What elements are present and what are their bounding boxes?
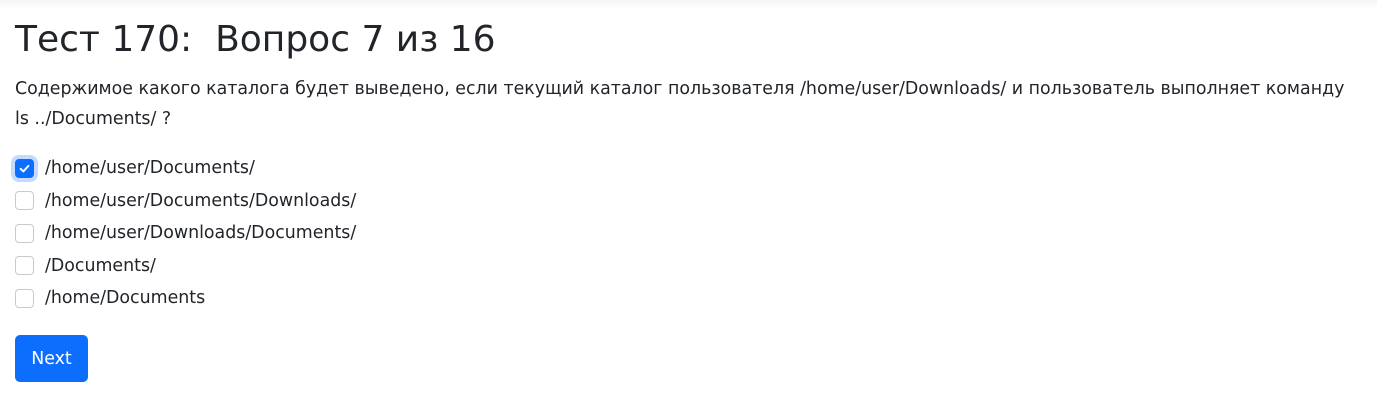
answer-option-2[interactable]: /home/user/Documents/Downloads/ bbox=[15, 185, 356, 218]
page-title: Тест 170: Вопрос 7 из 16 bbox=[15, 19, 496, 60]
answer-checkbox-4[interactable] bbox=[15, 256, 34, 276]
top-shadow-bar bbox=[0, 0, 1377, 8]
answer-label-4: /Documents/ bbox=[45, 255, 156, 276]
answer-option-3[interactable]: /home/user/Downloads/Documents/ bbox=[15, 217, 356, 250]
answer-checkbox-2[interactable] bbox=[15, 191, 34, 211]
answer-checkbox-5[interactable] bbox=[15, 288, 34, 308]
answer-option-4[interactable]: /Documents/ bbox=[15, 250, 356, 283]
check-icon bbox=[19, 164, 30, 173]
answer-label-3: /home/user/Downloads/Documents/ bbox=[45, 223, 357, 244]
next-button[interactable]: Next bbox=[15, 335, 88, 382]
answer-label-2: /home/user/Documents/Downloads/ bbox=[45, 190, 357, 211]
answer-label-5: /home/Documents bbox=[45, 288, 206, 309]
answer-checkbox-1[interactable] bbox=[15, 158, 34, 178]
answer-option-5[interactable]: /home/Documents bbox=[15, 282, 356, 315]
question-text: Содержимое какого каталога будет выведен… bbox=[15, 79, 1345, 129]
answer-options: /home/user/Documents/ /home/user/Documen… bbox=[15, 152, 356, 315]
answer-option-1[interactable]: /home/user/Documents/ bbox=[15, 152, 356, 185]
answer-label-1: /home/user/Documents/ bbox=[45, 158, 255, 179]
answer-checkbox-3[interactable] bbox=[15, 223, 34, 243]
